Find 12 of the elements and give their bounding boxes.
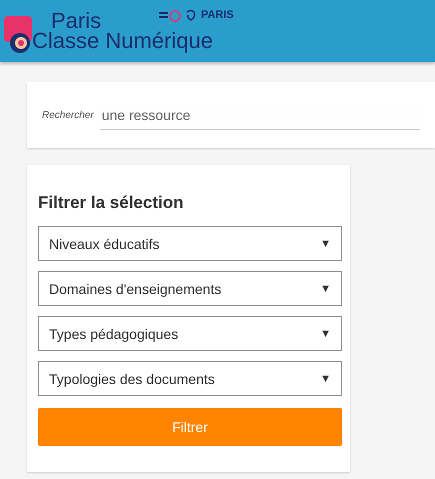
logo-text: Paris: [51, 11, 102, 31]
emblem-icon: [158, 8, 181, 22]
filter-title: Filtrer la sélection: [38, 193, 184, 213]
dropdown[interactable]: Niveaux éducatifs ▼: [38, 226, 342, 261]
search-bar[interactable]: Rechercher une ressource: [27, 82, 435, 148]
dropdown[interactable]: Types pédagogiques ▼: [38, 316, 342, 351]
logo-text: Classe Numérique: [32, 31, 213, 51]
logo-icon: [4, 13, 34, 53]
dropdown[interactable]: Domaines d'enseignements ▼: [38, 271, 342, 306]
dropdown[interactable]: Typologies des documents ▼: [38, 361, 342, 396]
search-label: Rechercher: [42, 110, 94, 120]
partner-text: PARIS: [200, 9, 234, 21]
